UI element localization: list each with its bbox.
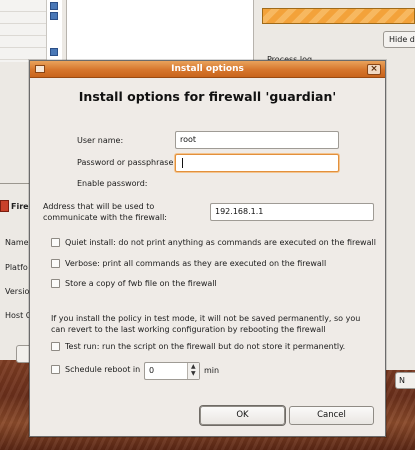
user-name-field[interactable]: root bbox=[175, 131, 339, 149]
store-fwb-label: Store a copy of fwb file on the firewall bbox=[65, 279, 217, 288]
quiet-install-option[interactable]: Quiet install: do not print anything as … bbox=[51, 238, 376, 250]
user-name-label: User name: bbox=[77, 136, 124, 145]
firewall-icon bbox=[0, 200, 9, 212]
schedule-reboot-spinbox[interactable]: 0 ▲ ▼ bbox=[144, 362, 200, 380]
version-label: Versio bbox=[5, 287, 30, 296]
hide-details-button[interactable]: Hide d bbox=[383, 31, 415, 48]
store-fwb-checkbox[interactable] bbox=[51, 279, 60, 288]
test-mode-note: If you install the policy in test mode, … bbox=[51, 314, 361, 334]
platform-label: Platfo bbox=[5, 263, 28, 272]
schedule-reboot-checkbox[interactable] bbox=[51, 365, 60, 374]
host-os-label: Host O bbox=[5, 311, 33, 320]
dialog-title: Install options bbox=[171, 64, 244, 74]
background-next-button[interactable]: N bbox=[395, 372, 415, 389]
dialog-titlebar[interactable]: Install options × bbox=[30, 61, 385, 78]
firewall-object-icon bbox=[50, 48, 58, 56]
schedule-reboot-option[interactable]: Schedule reboot in bbox=[51, 365, 140, 377]
close-icon[interactable]: × bbox=[367, 64, 381, 75]
schedule-reboot-label: Schedule reboot in bbox=[65, 365, 141, 374]
store-fwb-option[interactable]: Store a copy of fwb file on the firewall bbox=[51, 279, 217, 291]
background-list-panel bbox=[66, 0, 254, 62]
address-label: Address that will be used to communicate… bbox=[43, 202, 167, 222]
password-label: Password or passphrase: bbox=[77, 158, 177, 167]
verbose-checkbox[interactable] bbox=[51, 259, 60, 268]
test-run-checkbox[interactable] bbox=[51, 342, 60, 351]
firewall-object-icon bbox=[50, 2, 58, 10]
enable-password-label: Enable password: bbox=[77, 179, 148, 188]
background-icon-column bbox=[46, 0, 62, 62]
cancel-button[interactable]: Cancel bbox=[289, 406, 374, 425]
test-run-option[interactable]: Test run: run the script on the firewall… bbox=[51, 342, 345, 354]
background-panel-edge bbox=[385, 340, 415, 370]
test-run-label: Test run: run the script on the firewall… bbox=[65, 342, 346, 351]
address-field[interactable]: 192.168.1.1 bbox=[210, 203, 374, 221]
name-label: Name bbox=[5, 238, 29, 247]
schedule-reboot-value[interactable]: 0 bbox=[149, 363, 154, 379]
verbose-option[interactable]: Verbose: print all commands as they are … bbox=[51, 259, 326, 271]
firewall-object-icon bbox=[50, 12, 58, 20]
spin-arrows[interactable]: ▲ ▼ bbox=[187, 363, 199, 379]
password-field[interactable] bbox=[175, 154, 339, 172]
quiet-install-label: Quiet install: do not print anything as … bbox=[65, 238, 376, 247]
background-separator bbox=[0, 183, 30, 184]
background-progress-bar bbox=[262, 8, 415, 24]
spin-down-arrow-icon[interactable]: ▼ bbox=[191, 371, 196, 377]
schedule-reboot-unit: min bbox=[204, 366, 220, 375]
install-options-dialog: Install options × Install options for fi… bbox=[29, 60, 386, 437]
quiet-install-checkbox[interactable] bbox=[51, 238, 60, 247]
verbose-label: Verbose: print all commands as they are … bbox=[65, 259, 327, 268]
text-caret bbox=[182, 158, 183, 168]
ok-button[interactable]: OK bbox=[200, 406, 285, 425]
dialog-heading: Install options for firewall 'guardian' bbox=[78, 89, 337, 104]
